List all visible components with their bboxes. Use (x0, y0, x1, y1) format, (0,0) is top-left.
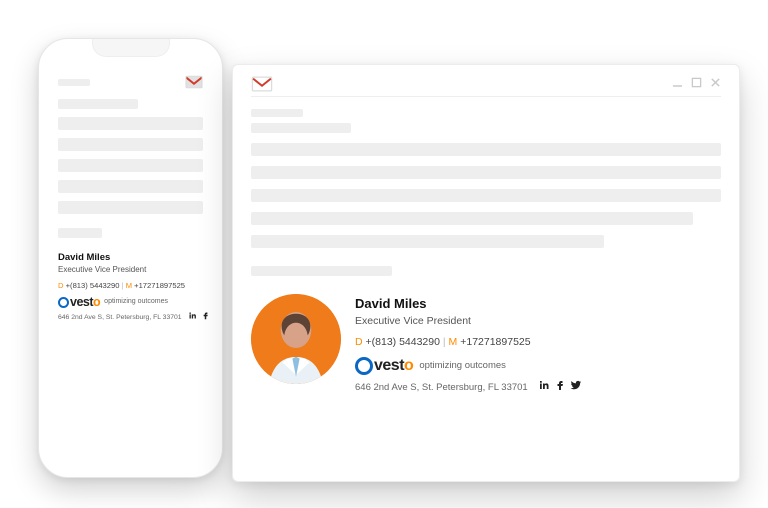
maximize-icon[interactable] (691, 75, 702, 93)
phone-signature: David Miles Executive Vice President D +… (58, 252, 203, 324)
mobile-phone[interactable]: +17271897525 (460, 336, 530, 348)
direct-phone[interactable]: +(813) 5443290 (66, 281, 120, 290)
placeholder-text (251, 166, 721, 179)
placeholder-text (58, 159, 203, 172)
direct-label: D (355, 336, 363, 348)
phone-email-header (58, 75, 203, 89)
ovesto-logo: vesto (58, 296, 100, 309)
phone-separator: | (443, 336, 446, 348)
placeholder-text (58, 79, 90, 86)
signature-name: David Miles (355, 294, 582, 314)
signature-logo-row: vesto optimizing outcomes (58, 296, 203, 309)
close-icon[interactable] (710, 75, 721, 93)
signature-name: David Miles (58, 252, 203, 265)
signature-logo-row: vesto optimizing outcomes (355, 357, 582, 375)
phone-notch (92, 39, 170, 57)
direct-phone[interactable]: +(813) 5443290 (366, 336, 440, 348)
placeholder-text (251, 123, 351, 133)
placeholder-text (58, 117, 203, 130)
phone-screen: David Miles Executive Vice President D +… (48, 67, 213, 465)
gmail-icon (251, 76, 273, 92)
mobile-phone[interactable]: +17271897525 (134, 281, 185, 290)
signature-address-row: 646 2nd Ave S, St. Petersburg, FL 33701 (58, 311, 203, 323)
ovesto-wordmark: vesto (70, 296, 100, 309)
direct-label: D (58, 281, 63, 290)
linkedin-icon[interactable] (538, 379, 550, 396)
facebook-icon[interactable] (201, 311, 210, 323)
social-icons (188, 311, 213, 323)
mobile-label: M (126, 281, 132, 290)
phone-mockup: David Miles Executive Vice President D +… (38, 38, 223, 478)
ovesto-wordmark: vesto (374, 358, 413, 374)
signature-address: 646 2nd Ave S, St. Petersburg, FL 33701 (355, 381, 528, 395)
placeholder-text (251, 143, 721, 156)
placeholder-text (251, 212, 693, 225)
signature-address: 646 2nd Ave S, St. Petersburg, FL 33701 (58, 313, 182, 322)
placeholder-text (251, 235, 604, 248)
placeholder-text (58, 228, 102, 238)
placeholder-text (251, 189, 721, 202)
signature-phones: D +(813) 5443290 | M +17271897525 (355, 335, 582, 351)
minimize-icon[interactable] (672, 75, 683, 93)
placeholder-text (58, 180, 203, 193)
signature-text-block: David Miles Executive Vice President D +… (355, 294, 582, 396)
logo-text-prefix: vest (374, 357, 404, 374)
ovesto-ring-icon (355, 357, 373, 375)
logo-text-suffix: o (93, 295, 100, 309)
desktop-signature: David Miles Executive Vice President D +… (251, 294, 721, 396)
signature-phones: D +(813) 5443290 | M +17271897525 (58, 281, 203, 291)
logo-text-suffix: o (404, 357, 413, 374)
placeholder-text (58, 138, 203, 151)
phone-separator: | (122, 281, 124, 290)
signature-tagline: optimizing outcomes (419, 359, 506, 373)
facebook-icon[interactable] (554, 379, 566, 396)
mobile-label: M (449, 336, 458, 348)
window-controls (672, 75, 721, 93)
signature-tagline: optimizing outcomes (104, 297, 168, 306)
placeholder-text (58, 201, 203, 214)
signature-title: Executive Vice President (355, 314, 582, 330)
placeholder-text (251, 266, 392, 276)
avatar (251, 294, 341, 384)
social-icons (538, 379, 582, 396)
twitter-icon[interactable] (570, 379, 582, 396)
placeholder-text (58, 99, 138, 109)
linkedin-icon[interactable] (188, 311, 197, 323)
signature-title: Executive Vice President (58, 265, 203, 276)
gmail-icon (185, 75, 203, 89)
desktop-window: David Miles Executive Vice President D +… (232, 64, 740, 482)
window-titlebar (251, 77, 721, 97)
ovesto-ring-icon (58, 297, 69, 308)
placeholder-text (251, 109, 303, 117)
logo-text-prefix: vest (70, 295, 93, 309)
signature-address-row: 646 2nd Ave S, St. Petersburg, FL 33701 (355, 379, 582, 396)
ovesto-logo: vesto (355, 357, 413, 375)
